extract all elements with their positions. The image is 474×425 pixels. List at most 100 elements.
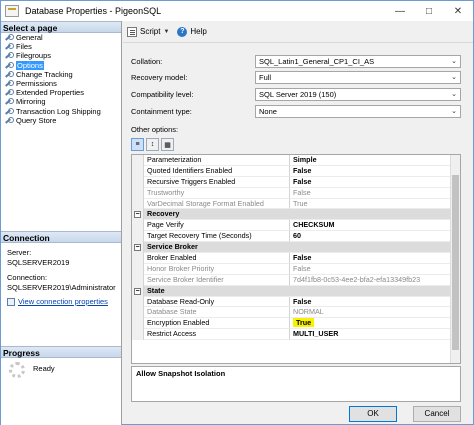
page-item-label: Extended Properties [16,88,84,98]
property-value[interactable]: False [290,264,460,275]
grid-scrollbar[interactable] [450,155,460,363]
property-name: Database State [144,307,290,319]
row-gutter [132,274,144,286]
property-value[interactable]: CHECKSUM [290,220,460,232]
row-gutter[interactable]: − [132,285,144,297]
options-property-grid: Parameterization Simple Quoted Identifiers… [131,154,461,364]
chevron-down-icon: ⌄ [451,73,457,81]
maximize-button[interactable]: □ [414,1,444,21]
close-button[interactable]: ✕ [443,1,473,21]
row-gutter [132,155,144,166]
recovery-model-row: Recovery model: Full ⌄ [131,70,471,84]
select-page-header: Select a page [1,21,121,33]
grid-row[interactable]: Trustworthy False [132,187,460,199]
page-item-label: Mirroring [16,97,46,107]
property-value[interactable]: 60 [290,231,460,243]
property-name: VarDecimal Storage Format Enabled [144,198,290,210]
grid-row[interactable]: Database State NORMAL [132,307,460,319]
minimize-button[interactable]: — [385,1,415,21]
grid-row[interactable]: VarDecimal Storage Format Enabled True [132,198,460,210]
row-gutter [132,198,144,210]
grid-row[interactable]: Broker Enabled False [132,253,460,264]
property-value [290,285,460,297]
help-button[interactable]: ? Help [177,26,207,37]
property-value[interactable]: False [290,253,460,264]
grid-row[interactable]: Target Recovery Time (Seconds) 60 [132,231,460,243]
page-item-permissions[interactable]: Permissions [1,79,121,88]
row-gutter[interactable]: − [132,209,144,221]
chevron-down-icon[interactable]: ▼ [163,29,169,35]
row-gutter [132,329,144,341]
collapse-icon[interactable]: − [134,244,141,252]
view-connection-link[interactable]: View connection properties [18,297,108,307]
grid-category[interactable]: − Recovery [132,209,460,221]
grid-row[interactable]: Service Broker Identifier 7d4f1fb8-0c53-4… [132,274,460,286]
property-name: Target Recovery Time (Seconds) [144,231,290,243]
collapse-icon[interactable]: − [134,211,141,219]
property-value-text: False [293,165,312,175]
property-value [290,209,460,221]
property-value-text: True [293,318,315,328]
categorized-view-icon[interactable]: ≡ [131,138,144,151]
grid-row[interactable]: Database Read-Only False [132,296,460,308]
cancel-button[interactable]: Cancel [413,406,461,422]
script-label: Script [140,27,161,36]
property-value[interactable]: NORMAL [290,307,460,319]
page-item-extended-properties[interactable]: Extended Properties [1,88,121,97]
compatibility-level-label: Compatibility level: [131,89,194,99]
view-connection-properties[interactable]: View connection properties [1,297,121,307]
property-value-text: False [293,263,311,273]
grid-row[interactable]: Parameterization Simple [132,155,460,166]
scrollbar-thumb[interactable] [452,175,459,350]
property-value[interactable]: 7d4f1fb8-0c53-4ee2-bfa2-efa13349fb23 [290,275,460,286]
grid-row[interactable]: Quoted Identifiers Enabled False [132,165,460,177]
compatibility-level-select[interactable]: SQL Server 2019 (150) ⌄ [255,87,461,101]
script-button[interactable]: Script ▼ [127,26,169,37]
property-value[interactable]: Simple [290,155,460,166]
collation-label: Collation: [131,56,163,66]
property-value[interactable]: False [290,166,460,177]
property-name: Broker Enabled [144,253,290,264]
category-name: Service Broker [144,242,290,254]
property-name: Trustworthy [144,187,290,199]
help-icon: ? [177,26,188,37]
property-value[interactable]: False [290,297,460,308]
property-value[interactable]: MULTI_USER [290,329,460,341]
page-item-files[interactable]: Files [1,42,121,51]
page-item-query-store[interactable]: Query Store [1,116,121,125]
grid-row[interactable]: Restrict Access MULTI_USER [132,329,460,341]
grid-category[interactable]: − State [132,285,460,297]
alphabetical-sort-icon[interactable]: ↕ [146,138,159,151]
grid-category[interactable]: − Service Broker [132,242,460,254]
grid-row[interactable]: Page Verify CHECKSUM [132,220,460,232]
property-value[interactable]: False [290,177,460,188]
page-item-general[interactable]: General [1,33,121,42]
title-bar: Database Properties - PigeonSQL — □ ✕ [1,1,473,21]
property-value[interactable]: True [290,318,460,330]
property-value-text: NORMAL [293,307,324,317]
ok-button[interactable]: OK [349,406,397,422]
property-value[interactable]: True [290,199,460,210]
grid-row[interactable]: Recursive Triggers Enabled False [132,176,460,188]
page-item-options[interactable]: Options [1,60,121,70]
property-pages-icon[interactable]: ▦ [161,138,174,151]
property-name: Recursive Triggers Enabled [144,176,290,188]
dialog-buttons: OK Cancel [123,403,473,425]
page-item-transaction-log-shipping[interactable]: Transaction Log Shipping [1,107,121,116]
recovery-model-select[interactable]: Full ⌄ [255,70,461,84]
property-value[interactable]: False [290,188,460,199]
page-item-change-tracking[interactable]: Change Tracking [1,70,121,79]
page-item-filegroups[interactable]: Filegroups [1,51,121,60]
progress-status: Ready [33,364,55,373]
collapse-icon[interactable]: − [134,287,141,295]
grid-row[interactable]: Encryption Enabled True [132,318,460,330]
row-gutter[interactable]: − [132,242,144,254]
page-item-mirroring[interactable]: Mirroring [1,97,121,106]
recovery-model-label: Recovery model: [131,72,188,82]
collation-select[interactable]: SQL_Latin1_General_CP1_CI_AS ⌄ [255,54,461,68]
collation-value: SQL_Latin1_General_CP1_CI_AS [259,56,375,66]
property-name: Encryption Enabled [144,318,290,330]
grid-row[interactable]: Honor Broker Priority False [132,263,460,275]
containment-type-select[interactable]: None ⌄ [255,104,461,118]
property-name: Honor Broker Priority [144,263,290,275]
